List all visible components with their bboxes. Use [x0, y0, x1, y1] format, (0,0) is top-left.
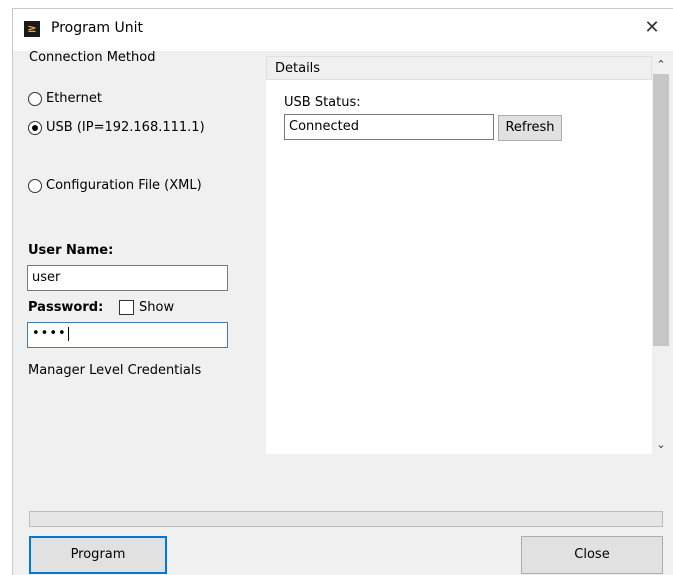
radio-ethernet[interactable]: Ethernet	[28, 91, 102, 106]
show-password-label: Show	[139, 300, 175, 315]
radio-icon[interactable]	[28, 178, 42, 193]
radio-selected-icon[interactable]	[28, 120, 42, 135]
usb-status-label: USB Status:	[284, 95, 361, 110]
user-name-label: User Name:	[28, 243, 114, 258]
text-caret	[67, 326, 69, 341]
credentials-note: Manager Level Credentials	[28, 363, 202, 378]
show-password-checkbox[interactable]	[119, 300, 134, 315]
radio-usb[interactable]: USB (IP=192.168.111.1)	[28, 120, 205, 135]
program-button[interactable]: Program	[29, 536, 167, 574]
close-button[interactable]: Close	[521, 536, 663, 574]
close-icon[interactable]: ✕	[642, 18, 662, 38]
connection-method-label: Connection Method	[29, 50, 156, 65]
program-unit-icon: ≥	[24, 21, 40, 37]
user-name-input[interactable]: user	[27, 265, 228, 291]
refresh-button[interactable]: Refresh	[498, 115, 562, 141]
radio-ethernet-label: Ethernet	[46, 91, 102, 106]
program-unit-dialog: ≥ Program Unit ✕ Connection Method Ether…	[12, 8, 673, 575]
scroll-up-icon[interactable]: ⌃	[652, 56, 670, 74]
title-bar: ≥ Program Unit ✕	[13, 9, 673, 51]
details-header: Details	[266, 56, 652, 80]
password-mask: ••••	[32, 326, 67, 341]
password-input[interactable]: ••••	[27, 322, 228, 348]
progress-bar	[29, 511, 663, 527]
window-title: Program Unit	[51, 20, 144, 36]
radio-config-file-label: Configuration File (XML)	[46, 178, 202, 193]
scroll-thumb[interactable]	[653, 74, 669, 346]
radio-usb-label: USB (IP=192.168.111.1)	[46, 120, 205, 135]
details-panel: Details USB Status: Connected Refresh	[266, 56, 652, 454]
usb-status-field[interactable]: Connected	[284, 114, 494, 140]
details-title: Details	[275, 61, 321, 76]
details-scrollbar[interactable]: ⌃ ⌄	[652, 56, 670, 454]
scroll-down-icon[interactable]: ⌄	[652, 436, 670, 454]
radio-config-file[interactable]: Configuration File (XML)	[28, 178, 202, 193]
password-label: Password:	[28, 300, 104, 315]
radio-icon[interactable]	[28, 91, 42, 106]
